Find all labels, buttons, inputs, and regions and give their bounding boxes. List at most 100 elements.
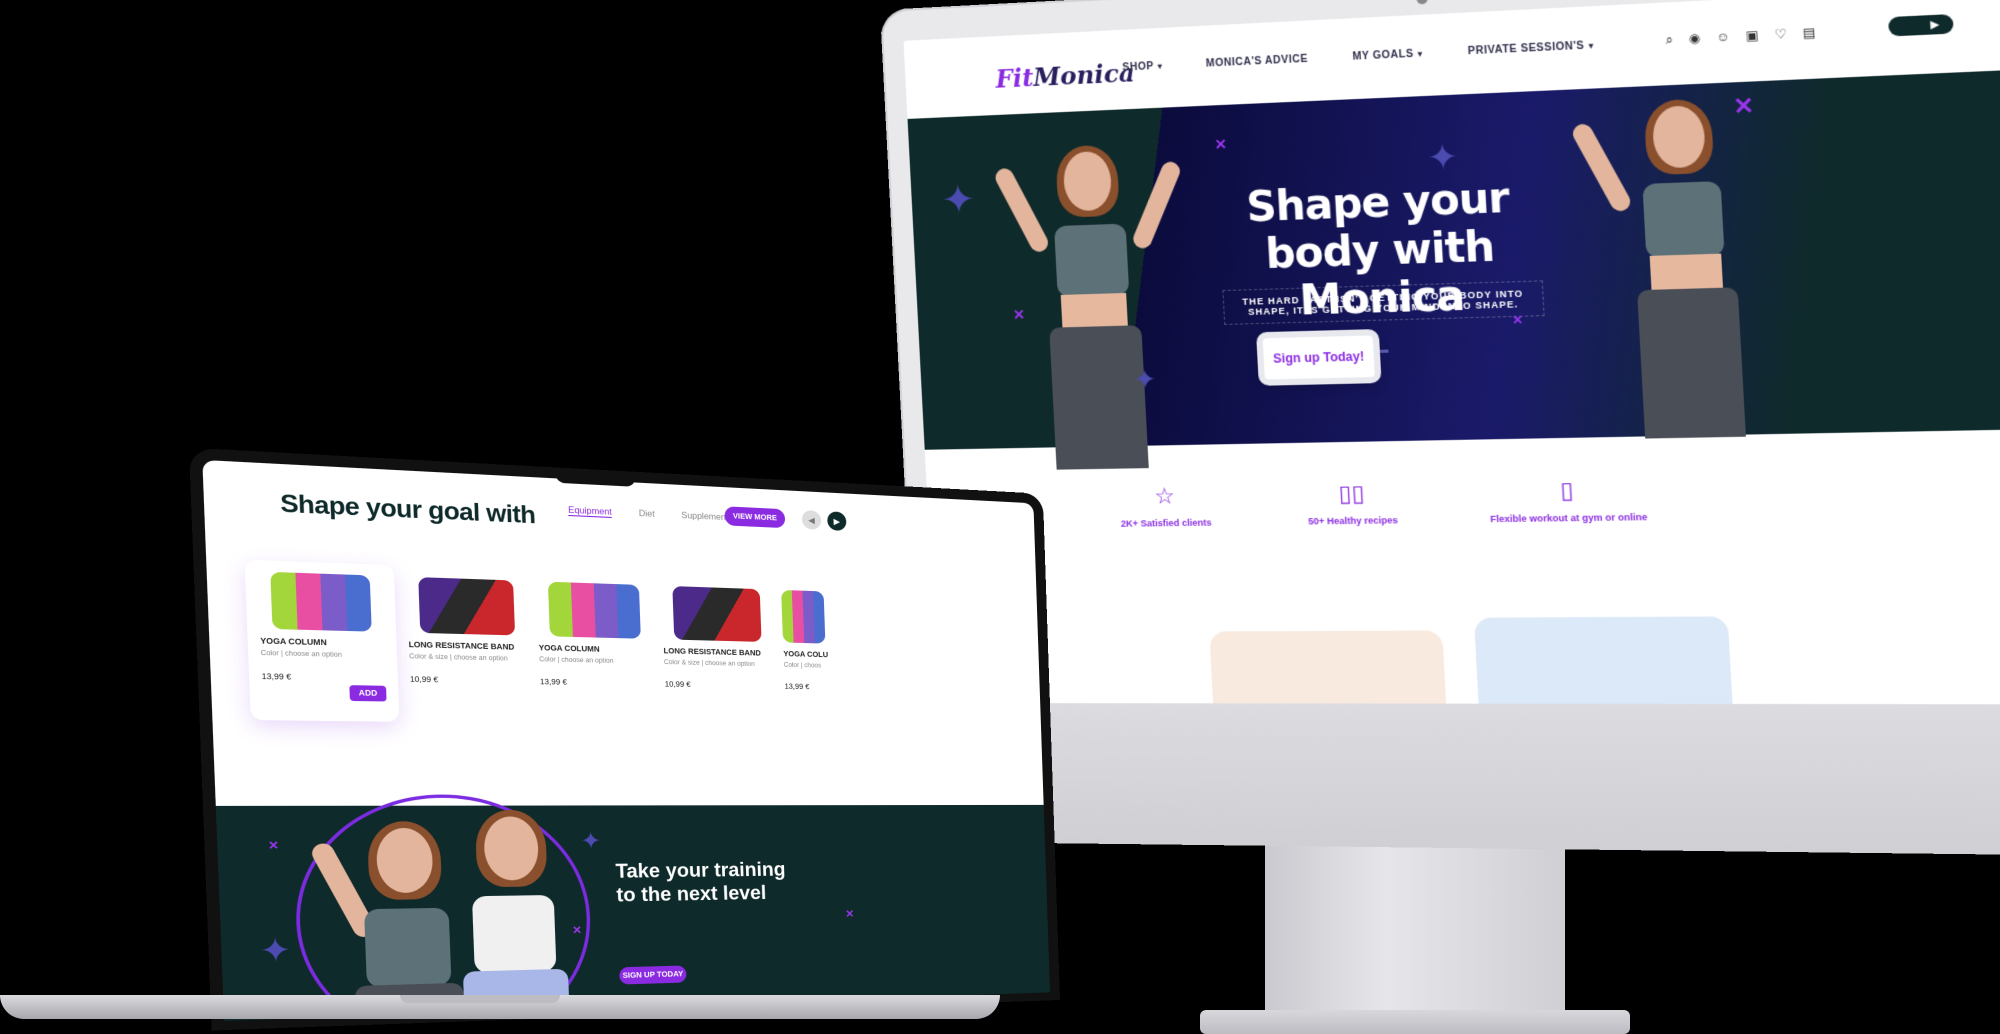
product-price: 10,99 € bbox=[664, 681, 691, 690]
product-card[interactable]: YOGA COLUMN Color | choose an option 13,… bbox=[536, 581, 654, 714]
product-price: 13,99 € bbox=[539, 678, 568, 687]
option-value: choose an option bbox=[453, 654, 508, 663]
phone-icon: ▯ bbox=[1559, 476, 1575, 504]
option-label: Color bbox=[539, 656, 556, 664]
imac-stand bbox=[1265, 820, 1565, 1030]
product-name: YOGA COLUMN bbox=[538, 644, 600, 654]
search-icon[interactable]: ⌕ bbox=[1665, 32, 1673, 48]
option-label: Color bbox=[783, 662, 800, 670]
laptop-screen: Shape your goal with Equipment Diet Supp… bbox=[202, 459, 1051, 1021]
view-more-button[interactable]: VIEW MORE bbox=[724, 506, 786, 529]
app-store-links: ▶ bbox=[1888, 14, 1954, 37]
product-option[interactable]: Color & size | choose an option bbox=[409, 654, 528, 663]
product-card[interactable]: YOGA COLUMN Color | choose an option 13,… bbox=[244, 559, 400, 722]
feature-recipes: ▯▯ 50+ Healthy recipes bbox=[1306, 480, 1399, 527]
add-button[interactable]: ADD bbox=[349, 685, 387, 702]
camera bbox=[1416, 0, 1428, 5]
x-decoration-icon: ✕ bbox=[845, 908, 855, 921]
training-banner: ✕ ✕ ✕ ✦ ✦ Take your training to the next… bbox=[215, 794, 1051, 1021]
option-value: choose an option bbox=[705, 660, 755, 669]
header-icons: ⌕ ◉ ☺ ▣ ♡ ▤ bbox=[1665, 25, 1816, 48]
product-price: 13,99 € bbox=[261, 673, 292, 682]
heart-icon[interactable]: ♡ bbox=[1774, 26, 1787, 43]
product-price: 13,99 € bbox=[784, 683, 810, 692]
product-image bbox=[418, 577, 516, 636]
product-option[interactable]: Color | choos bbox=[784, 662, 848, 670]
flag-icon[interactable]: ◉ bbox=[1688, 31, 1701, 47]
product-name: YOGA COLUMN bbox=[260, 637, 327, 648]
user-icon[interactable]: ☺ bbox=[1716, 29, 1731, 46]
option-value: choos bbox=[804, 662, 822, 670]
hero-model-left bbox=[992, 144, 1189, 470]
product-image bbox=[270, 571, 372, 632]
x-decoration-icon: ✕ bbox=[1511, 312, 1524, 328]
play-icon[interactable]: ▶ bbox=[1930, 18, 1940, 30]
book-icon: ▯▯ bbox=[1337, 480, 1366, 507]
nav-my-goals[interactable]: MY GOALS ▾ bbox=[1352, 48, 1423, 63]
option-label: Color & size bbox=[409, 653, 449, 662]
site-logo[interactable]: FitMonica bbox=[995, 58, 1136, 94]
main-nav: SHOP ▾ MONICA'S ADVICE MY GOALS ▾ PRIVATE … bbox=[1122, 40, 1594, 74]
caret-down-icon: ▾ bbox=[1588, 40, 1594, 51]
caret-down-icon: ▾ bbox=[1157, 61, 1163, 71]
product-card[interactable]: LONG RESISTANCE BAND Color & size | choo… bbox=[661, 586, 775, 716]
star-decoration-icon: ✦ bbox=[579, 827, 602, 855]
x-decoration-icon: ✕ bbox=[268, 840, 280, 853]
banner-title: Take your training to the next level bbox=[615, 858, 786, 906]
logo-fit: Fit bbox=[994, 62, 1035, 94]
signup-button[interactable]: Sign up Today! bbox=[1256, 329, 1382, 386]
product-card[interactable]: YOGA COLU Color | choos 13,99 € bbox=[781, 589, 849, 717]
nav-advice-label: MONICA'S ADVICE bbox=[1205, 53, 1309, 70]
bag-icon[interactable]: ▣ bbox=[1745, 28, 1759, 45]
star-decoration-icon: ✦ bbox=[258, 932, 293, 971]
section-title: Shape your goal with bbox=[279, 489, 536, 529]
star-decoration-icon: ✦ bbox=[940, 177, 977, 224]
logo-name: Monica bbox=[1032, 57, 1136, 93]
product-price: 10,99 € bbox=[409, 676, 439, 685]
caret-down-icon: ▾ bbox=[1417, 49, 1423, 59]
next-arrow-icon[interactable]: ▶ bbox=[827, 511, 847, 531]
star-icon: ☆ bbox=[1153, 483, 1176, 509]
option-value: choose an option bbox=[284, 650, 343, 660]
nav-shop[interactable]: SHOP ▾ bbox=[1122, 61, 1163, 74]
product-card[interactable]: LONG RESISTANCE BAND Color & size | choo… bbox=[406, 577, 529, 713]
product-option[interactable]: Color | choose an option bbox=[539, 657, 653, 666]
x-decoration-icon: ✕ bbox=[572, 924, 583, 938]
product-option[interactable]: Color | choose an option bbox=[261, 650, 385, 660]
x-decoration-icon: ✕ bbox=[1012, 306, 1026, 323]
star-decoration-icon: ✦ bbox=[1426, 137, 1460, 179]
feature-label: 2K+ Satisfied clients bbox=[1120, 517, 1212, 529]
promo-card-blue[interactable] bbox=[1473, 616, 1733, 705]
nav-monicas-advice[interactable]: MONICA'S ADVICE bbox=[1206, 54, 1309, 70]
option-label: Color & size bbox=[663, 659, 700, 667]
tab-diet[interactable]: Diet bbox=[639, 509, 655, 521]
product-image bbox=[547, 581, 641, 639]
feature-workout: ▯ Flexible workout at gym or online bbox=[1488, 476, 1648, 525]
product-image bbox=[781, 589, 826, 644]
product-image bbox=[672, 586, 762, 642]
laptop-lid: Shape your goal with Equipment Diet Supp… bbox=[188, 447, 1061, 1031]
category-tabs: Equipment Diet Supplements bbox=[568, 505, 733, 523]
banner-signup-button[interactable]: SIGN UP TODAY bbox=[619, 965, 687, 985]
cart-icon[interactable]: ▤ bbox=[1802, 25, 1816, 42]
feature-label: Flexible workout at gym or online bbox=[1489, 511, 1648, 525]
nav-sessions-label: PRIVATE SESSION'S bbox=[1467, 40, 1585, 58]
feature-label: 50+ Healthy recipes bbox=[1307, 514, 1399, 527]
prev-arrow-icon[interactable]: ◀ bbox=[801, 510, 822, 530]
hero-model-right bbox=[1569, 98, 1796, 439]
nav-shop-label: SHOP bbox=[1122, 60, 1155, 74]
nav-private-sessions[interactable]: PRIVATE SESSION'S ▾ bbox=[1467, 40, 1594, 58]
laptop-mockup: Shape your goal with Equipment Diet Supp… bbox=[0, 447, 1061, 1034]
promo-card-peach[interactable] bbox=[1209, 630, 1447, 705]
star-decoration-icon: ✦ bbox=[1132, 363, 1158, 395]
x-decoration-icon: ✕ bbox=[1214, 135, 1228, 153]
option-label: Color bbox=[260, 650, 280, 658]
laptop-opening-notch bbox=[400, 995, 560, 1003]
product-option[interactable]: Color & size | choose an option bbox=[664, 660, 773, 669]
feature-clients: ☆ 2K+ Satisfied clients bbox=[1119, 483, 1212, 529]
hero-banner: Shape your body with Monica THE HARD PAR… bbox=[907, 69, 2000, 470]
desktop-screen: FitMonica SHOP ▾ MONICA'S ADVICE MY GOALS… bbox=[903, 0, 2000, 705]
product-name: LONG RESISTANCE BAND bbox=[663, 647, 761, 658]
nav-goals-label: MY GOALS bbox=[1352, 48, 1414, 63]
tab-equipment[interactable]: Equipment bbox=[568, 505, 613, 519]
